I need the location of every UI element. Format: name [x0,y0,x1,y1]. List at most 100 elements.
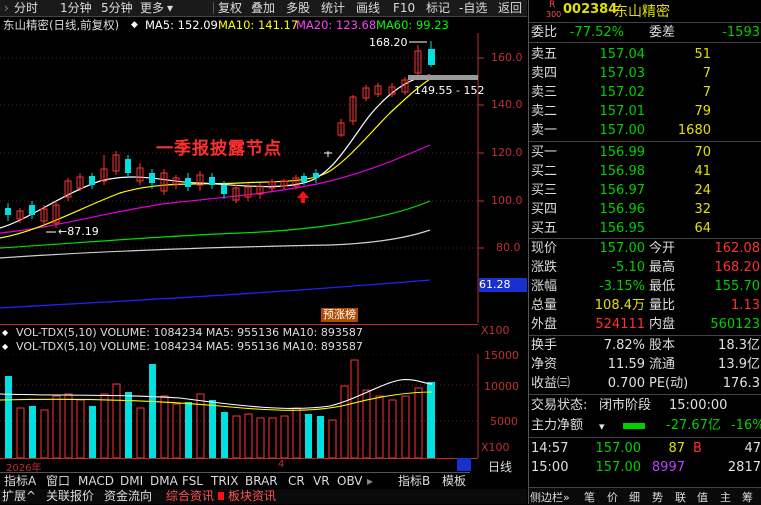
huaxian-button[interactable]: 画线 [356,0,380,16]
tab-more[interactable]: 更多 [140,0,164,16]
vol-bar [125,392,132,458]
quote-header: R 300 002384 东山精密 [529,0,761,22]
tab-1min[interactable]: 1分钟 [60,0,92,16]
vol-bar [5,376,12,458]
tab-dmi[interactable]: DMI [120,473,143,489]
tab-fenshi[interactable]: 分时 [14,0,38,16]
annotation-text: 一季报披露节点 [156,139,282,159]
ask-row[interactable]: 卖五 157.04 51 [529,45,761,64]
chevron-down-icon[interactable]: ▾ [167,0,173,16]
tab-chou[interactable]: 筹 [742,489,753,505]
price-tick-80: 80.0 [496,241,521,254]
tab-scroll-icon[interactable]: ▸ [367,473,373,489]
tab-zhi[interactable]: 值 [697,489,708,505]
price-tick-160: 160.0 [491,51,523,64]
chart-title: 东山精密(日线,前复权) [3,18,120,32]
tab-jia[interactable]: 价 [607,489,618,505]
vol-bar [305,414,312,458]
bid-row[interactable]: 买四 156.96 32 [529,200,761,219]
vol-bar [414,387,423,458]
fuquan-button[interactable]: 复权 [218,0,242,16]
tab-obv[interactable]: OBV [337,473,363,489]
side-tabs: 侧边栏» 笔 价 细 势 联 值 主 筹 [529,487,761,505]
stat-row: 涨跌 -5.10 最高 168.20 [531,260,760,275]
stat2-row: 收益㈢ 0.700 PE(动) 176.3 [531,376,760,391]
vol-bar [76,399,85,458]
tab-news[interactable]: 综合资讯 [166,489,214,504]
tab-5min[interactable]: 5分钟 [101,0,133,16]
biaoji-button[interactable]: 标记 [426,0,450,16]
chevron-down-icon[interactable]: ▾ [599,417,605,436]
f10-button[interactable]: F10 [393,0,415,16]
vol-bar [292,407,301,458]
tab-related-quote[interactable]: 关联报价 [46,489,94,504]
toolbar-chevron[interactable]: › [4,0,9,16]
vol-tick-10000: 10000 [484,380,519,393]
tab-bi[interactable]: 笔 [584,489,595,505]
volume-info-text: VOL-TDX(5,10) VOLUME: 1084234 MA5: 95513… [16,326,363,339]
price-tick-100: 100.0 [491,194,523,207]
tab-brar[interactable]: BRAR [245,473,278,489]
ask-row[interactable]: 卖二 157.01 79 [529,102,761,121]
ask-row[interactable]: 卖一 157.00 1680 [529,121,761,140]
period-daily[interactable]: 日线 [488,458,512,475]
kline-chart[interactable] [0,33,527,323]
candle [149,173,155,183]
bid-row[interactable]: 买二 156.98 41 [529,162,761,181]
back-button[interactable]: 返回 [498,0,522,16]
market-tag: R [549,0,556,10]
tab-window[interactable]: 窗口 [46,473,70,489]
tab-fsl[interactable]: FSL [182,473,203,489]
candle [29,205,35,215]
vol-bar [64,393,73,458]
tab-sector-news[interactable]: 板块资讯 [228,489,276,504]
ask-row[interactable]: 卖三 157.02 7 [529,83,761,102]
tab-template[interactable]: 模板 [442,473,466,489]
tab-trix[interactable]: TRIX [211,473,238,489]
flag-icon [218,492,224,500]
yuzhang-badge[interactable]: 预涨榜 [321,308,358,322]
scroll-handle[interactable] [457,458,471,471]
trade-status: 闭市阶段 [599,398,652,413]
vol-bar [89,406,96,458]
diejia-button[interactable]: 叠加 [251,0,275,16]
settings-icon[interactable]: ◆ [131,17,138,33]
tab-cr[interactable]: CR [288,473,305,489]
candle [221,185,227,194]
flow-bar [623,423,645,429]
vol-bar [328,419,337,458]
trade-status-row: 交易状态: 闭市阶段 15:00:00 [531,398,728,413]
duogu-button[interactable]: 多股 [286,0,310,16]
tab-vr[interactable]: VR [313,473,330,489]
bid-row[interactable]: 买五 156.95 64 [529,219,761,238]
vol-bar [375,395,384,458]
tab-zhu[interactable]: 主 [720,489,731,505]
vol-bar [268,417,277,458]
remove-watchlist-button[interactable]: -自选 [459,0,487,16]
settings-icon[interactable]: ◆ [2,340,8,353]
candle [89,176,95,185]
vol-bar [317,416,324,458]
ask-row[interactable]: 卖四 157.03 7 [529,64,761,83]
sidebar-toggle[interactable]: 侧边栏» [530,489,570,505]
bid-row[interactable]: 买三 156.97 24 [529,181,761,200]
time-axis-month: 4 [278,459,285,470]
tab-dma[interactable]: DMA [150,473,178,489]
tab-indicator-a[interactable]: 指标A [4,473,36,489]
tab-shi[interactable]: 势 [652,489,663,505]
vol-bar [401,395,410,458]
bid-row[interactable]: 买一 156.99 70 [529,143,761,162]
main-flow-pct: -16% [731,418,761,433]
tab-lian[interactable]: 联 [675,489,686,505]
tab-fund-flow[interactable]: 资金流向 [104,489,152,504]
tongji-button[interactable]: 统计 [321,0,345,16]
candle [5,208,11,215]
volume-chart[interactable] [0,354,527,458]
settings-icon[interactable]: ◆ [2,326,8,339]
tab-xi[interactable]: 细 [629,489,640,505]
tab-indicator-b[interactable]: 指标B [398,473,430,489]
vol-tick-5000: 5000 [490,415,518,428]
volume-info-text: VOL-TDX(5,10) VOLUME: 1084234 MA5: 95513… [16,340,363,353]
tab-macd[interactable]: MACD [78,473,114,489]
expand-button[interactable]: 扩展^ [2,489,36,504]
